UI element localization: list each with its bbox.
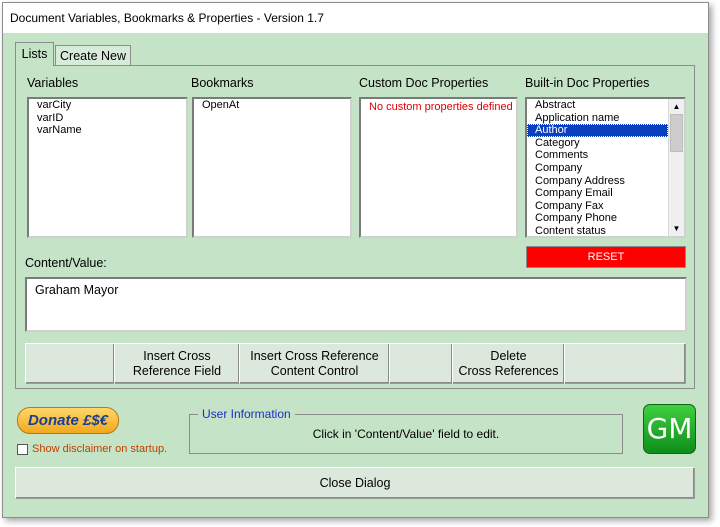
bookmarks-label: Bookmarks xyxy=(191,76,254,90)
scroll-thumb[interactable] xyxy=(670,114,683,152)
scroll-up-icon[interactable]: ▲ xyxy=(669,99,684,114)
user-information-group: User Information Click in 'Content/Value… xyxy=(189,407,623,454)
window-title: Document Variables, Bookmarks & Properti… xyxy=(3,3,708,33)
user-information-message: Click in 'Content/Value' field to edit. xyxy=(312,427,500,441)
list-item[interactable]: Company Phone xyxy=(527,212,668,225)
list-item-selected[interactable]: Author xyxy=(527,124,668,137)
list-item[interactable]: Category xyxy=(527,137,668,150)
insert-cross-reference-field-button[interactable]: Insert Cross Reference Field xyxy=(114,343,240,384)
delete-cross-references-button[interactable]: Delete Cross References xyxy=(452,343,565,384)
scroll-down-icon[interactable]: ▼ xyxy=(669,221,684,236)
close-dialog-button[interactable]: Close Dialog xyxy=(15,467,695,499)
user-information-legend: User Information xyxy=(198,407,295,421)
insert-cross-reference-content-control-label: Insert Cross Reference Content Control xyxy=(250,348,379,378)
builtin-properties-label: Built-in Doc Properties xyxy=(525,76,650,90)
list-item[interactable]: Application name xyxy=(527,112,668,125)
lists-panel: Variables Bookmarks Custom Doc Propertie… xyxy=(15,65,695,389)
insert-cross-reference-content-control-button[interactable]: Insert Cross Reference Content Control xyxy=(239,343,390,384)
list-item[interactable]: varCity xyxy=(29,99,186,112)
dialog-window: Document Variables, Bookmarks & Properti… xyxy=(2,2,709,518)
custom-properties-label: Custom Doc Properties xyxy=(359,76,489,90)
bookmarks-list[interactable]: OpenAt xyxy=(192,97,352,238)
list-item[interactable]: Abstract xyxy=(527,99,668,112)
delete-cross-references-label: Delete Cross References xyxy=(458,348,559,378)
list-item[interactable]: OpenAt xyxy=(194,99,350,112)
list-item[interactable]: Company Address xyxy=(527,175,668,188)
variables-label: Variables xyxy=(27,76,79,90)
blank-button-3[interactable] xyxy=(564,343,686,384)
tab-lists[interactable]: Lists xyxy=(15,42,54,66)
list-item[interactable]: varID xyxy=(29,112,186,125)
disclaimer-checkbox-row[interactable]: Show disclaimer on startup. xyxy=(17,443,167,455)
custom-properties-list[interactable]: No custom properties defined xyxy=(359,97,518,238)
variables-list[interactable]: varCity varID varName xyxy=(27,97,188,238)
content-value-field[interactable]: Graham Mayor xyxy=(25,277,687,332)
blank-button-1[interactable] xyxy=(25,343,115,384)
donate-button[interactable]: Donate £$€ xyxy=(17,407,119,434)
close-dialog-label: Close Dialog xyxy=(319,475,391,490)
tab-create-new[interactable]: Create New xyxy=(55,45,131,66)
list-item[interactable]: varName xyxy=(29,124,186,137)
builtin-list-scrollbar[interactable]: ▲ ▼ xyxy=(668,99,684,236)
blank-button-2[interactable] xyxy=(389,343,453,384)
gm-logo: GM xyxy=(643,404,696,454)
disclaimer-label: Show disclaimer on startup. xyxy=(32,443,168,455)
reset-button[interactable]: RESET xyxy=(526,246,686,268)
list-item[interactable]: Content status xyxy=(527,225,668,236)
content-value-label: Content/Value: xyxy=(25,256,107,270)
builtin-properties-list[interactable]: Abstract Application name Author Categor… xyxy=(525,97,686,238)
list-item[interactable]: Company Email xyxy=(527,187,668,200)
insert-cross-reference-field-label: Insert Cross Reference Field xyxy=(132,348,222,378)
disclaimer-checkbox[interactable] xyxy=(17,443,28,455)
list-item[interactable]: Company Fax xyxy=(527,200,668,213)
list-item[interactable]: Comments xyxy=(527,149,668,162)
list-item[interactable]: Company xyxy=(527,162,668,175)
no-custom-properties-message: No custom properties defined xyxy=(369,101,513,113)
